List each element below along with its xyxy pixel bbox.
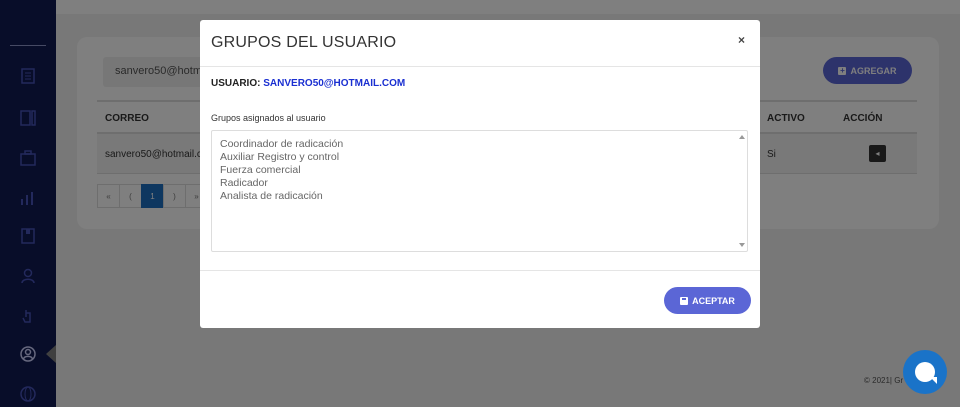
group-item[interactable]: Auxiliar Registro y control [220, 151, 339, 163]
group-item[interactable]: Fuerza comercial [220, 164, 301, 176]
groups-listbox[interactable]: Coordinador de radicación Auxiliar Regis… [211, 130, 748, 252]
user-info: USUARIO: SANVERO50@HOTMAIL.COM [211, 78, 405, 89]
close-icon[interactable]: × [738, 33, 745, 47]
scroll-down-arrow[interactable] [739, 243, 745, 247]
user-label: USUARIO: [211, 78, 261, 89]
user-groups-modal: GRUPOS DEL USUARIO × USUARIO: SANVERO50@… [200, 20, 760, 328]
modal-title: GRUPOS DEL USUARIO [211, 34, 397, 51]
accept-button[interactable]: ACEPTAR [664, 287, 751, 314]
chat-button[interactable] [903, 350, 947, 394]
save-icon [680, 296, 689, 305]
scroll-up-arrow[interactable] [739, 135, 745, 139]
group-item[interactable]: Analista de radicación [220, 190, 323, 202]
chat-icon [915, 362, 935, 382]
modal-header: GRUPOS DEL USUARIO × [200, 20, 760, 67]
groups-label: Grupos asignados al usuario [211, 113, 326, 123]
group-item[interactable]: Radicador [220, 177, 268, 189]
accept-button-label: ACEPTAR [692, 295, 735, 306]
modal-divider [200, 270, 760, 271]
user-email: SANVERO50@HOTMAIL.COM [263, 78, 406, 89]
group-item[interactable]: Coordinador de radicación [220, 138, 343, 150]
